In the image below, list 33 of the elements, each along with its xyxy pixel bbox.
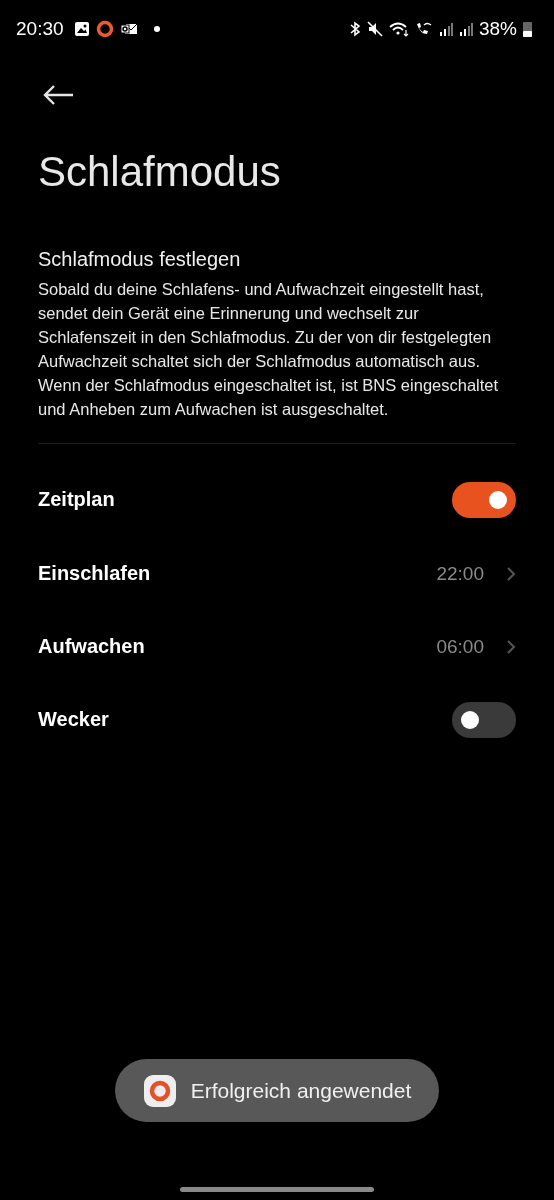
mute-icon: [366, 21, 383, 37]
image-icon: [73, 21, 90, 37]
page-title: Schlafmodus: [38, 148, 282, 196]
status-time: 20:30: [16, 18, 64, 40]
ring-icon: [95, 20, 114, 38]
battery-percent: 38%: [478, 18, 517, 40]
toggle-switch[interactable]: [452, 701, 516, 738]
setting-row[interactable]: Wecker: [38, 683, 516, 756]
chevron-icon: [506, 566, 516, 581]
wifi-icon: [388, 21, 409, 37]
setting-row[interactable]: Zeitplan: [38, 462, 516, 537]
chevron-icon: [506, 639, 516, 654]
setting-value: 06:00: [436, 635, 484, 658]
setting-row[interactable]: Einschlafen 22:00: [38, 537, 516, 610]
bluetooth-icon: [348, 21, 361, 37]
setting-label: Aufwachen: [38, 635, 146, 658]
battery-icon: [523, 21, 532, 37]
dot-icon: [153, 26, 160, 32]
section-description: Sobald du deine Schlafens- und Aufwachzeit eingestellt hast, sendet dein Gerät eine Erinnerung und wechselt zur Schlafenszeit in den Schlafmodus. Zu der von dir festgelegten Aufwachzeit schaltet sich der Schlafmodus automatisch aus. Wenn der Schlafmodus eingeschaltet ist, ist BNS eingeschaltet und Anheben zum Aufwachen ist ausgeschaltet.: [38, 279, 500, 420]
section-heading: Schlafmodus festlegen: [38, 248, 242, 271]
mail-icon: [119, 21, 138, 37]
setting-label: Einschlafen: [38, 562, 152, 585]
setting-label: Zeitplan: [38, 488, 116, 511]
toggle-switch[interactable]: [452, 481, 516, 518]
setting-row[interactable]: Aufwachen 06:00: [38, 610, 516, 683]
toast-message: Erfolgreich angewendet: [190, 1078, 412, 1103]
signal-icon: [438, 21, 453, 37]
app-icon: [142, 1073, 177, 1108]
setting-label: Wecker: [38, 708, 110, 731]
wifi-call-icon: [414, 21, 433, 37]
signal-icon: [458, 21, 473, 37]
setting-value: 22:00: [436, 562, 484, 585]
back-arrow-icon[interactable]: [42, 84, 74, 106]
